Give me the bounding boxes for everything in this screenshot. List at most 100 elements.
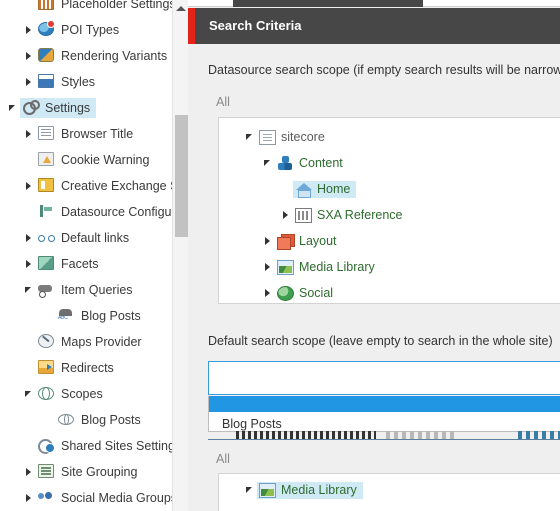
datasource-scope-tree[interactable]: sitecore Content Home SXA Reference Layout Me… (218, 117, 560, 304)
sidebar-item-maps-provider[interactable]: Maps Provider (0, 329, 172, 355)
sidebar-item-content[interactable]: POI Types (36, 20, 125, 40)
sidebar-item-content[interactable]: Scopes (36, 384, 109, 404)
sidebar-item-redirects[interactable]: Redirects (0, 355, 172, 381)
tree-item-content[interactable]: sitecore (257, 129, 331, 146)
arrow-right-glyph (25, 234, 31, 242)
scroll-up-arrow-icon[interactable] (173, 0, 188, 17)
sidebar-item-styles[interactable]: Styles (0, 69, 172, 95)
sidebar-item-browser-title[interactable]: Browser Title (0, 121, 172, 147)
collapse-arrow-icon[interactable] (259, 228, 275, 254)
sidebar-item-facets[interactable]: Facets (0, 251, 172, 277)
arrow-right-glyph (25, 260, 31, 268)
sidebar-item-datasource-configura[interactable]: Datasource Configura (0, 199, 183, 225)
collapse-arrow-icon[interactable] (20, 485, 36, 511)
associated-media-tree[interactable]: Media Library (218, 473, 560, 511)
grid-icon (38, 0, 56, 12)
sidebar-item-content[interactable]: Styles (36, 72, 101, 92)
dropdown-option-blog-posts[interactable]: Blog Posts (209, 416, 560, 431)
sidebar-item-cookie-warning[interactable]: Cookie Warning (0, 147, 172, 173)
tree-item-home[interactable]: Home (219, 176, 560, 202)
collapse-arrow-icon[interactable] (259, 254, 275, 280)
panel-header: Search Criteria (188, 8, 560, 44)
sidebar-item-content[interactable]: Cookie Warning (36, 150, 155, 170)
sidebar-item-social-media-groups[interactable]: Social Media Groups (0, 485, 177, 511)
sidebar-item-content[interactable]: Maps Provider (36, 332, 148, 352)
sidebar-item-poi-types[interactable]: POI Types (0, 17, 172, 43)
sidebar-item-content[interactable]: Item Queries (36, 280, 139, 300)
collapse-arrow-icon[interactable] (20, 43, 36, 69)
tree-item-content[interactable]: Social (275, 285, 339, 302)
sidebar-item-rendering-variants[interactable]: Rendering Variants (0, 43, 172, 69)
tree-toggle-spacer (20, 433, 36, 459)
scrollbar-thumb[interactable] (175, 115, 188, 237)
expand-arrow-icon[interactable] (259, 150, 275, 176)
collapse-arrow-icon[interactable] (20, 225, 36, 251)
document-icon (38, 126, 56, 142)
sidebar-item-creative-exchange-sto[interactable]: Creative Exchange Sto (0, 173, 188, 199)
collapse-arrow-icon[interactable] (277, 202, 293, 228)
expand-arrow-icon[interactable] (20, 381, 36, 407)
default-scope-select[interactable] (208, 361, 560, 395)
default-scope-dropdown-list[interactable]: Blog Posts (208, 396, 560, 432)
sidebar-item-blog-posts[interactable]: Blog Posts (0, 303, 172, 329)
sidebar-item-content[interactable]: Social Media Groups (36, 488, 183, 508)
collapse-arrow-icon[interactable] (20, 121, 36, 147)
scopes-icon (38, 386, 56, 402)
collapse-arrow-icon[interactable] (20, 251, 36, 277)
sidebar-item-shared-sites-settings[interactable]: Shared Sites Settings (0, 433, 181, 459)
globe-badge-icon (38, 20, 56, 38)
sidebar-scrollbar[interactable] (172, 0, 188, 511)
sidebar-item-placeholder-settings[interactable]: Placeholder Settings (0, 0, 176, 17)
sidebar-item-content[interactable]: Default links (36, 228, 135, 248)
tab-strip[interactable] (188, 0, 560, 7)
sidebar-item-content[interactable]: Site Grouping (36, 462, 143, 482)
dropdown-option-empty[interactable] (209, 396, 560, 412)
tree-item-content[interactable]: Content (275, 155, 349, 172)
collapse-arrow-icon[interactable] (20, 459, 36, 485)
sidebar-item-blog-posts[interactable]: Blog Posts (0, 407, 172, 433)
sidebar-item-content[interactable]: Blog Posts (56, 306, 147, 326)
expand-arrow-icon[interactable] (4, 95, 20, 121)
sidebar-item-content[interactable]: Blog Posts (56, 410, 147, 430)
expand-arrow-icon[interactable] (241, 477, 257, 503)
content-tree-sidebar[interactable]: Placeholder Settings POI Types Rendering V… (0, 0, 188, 511)
tree-item-content[interactable]: Media Library (275, 259, 381, 276)
tree-item-content[interactable]: Content (219, 150, 560, 176)
collapse-arrow-icon[interactable] (20, 173, 36, 199)
tree-item-content[interactable]: Media Library (257, 481, 363, 499)
expand-arrow-icon[interactable] (241, 124, 257, 150)
datasource-scope-label: Datasource search scope (if empty search… (208, 63, 560, 77)
tree-item-media-library[interactable]: Media Library (219, 254, 560, 280)
expand-arrow-icon[interactable] (20, 277, 36, 303)
sidebar-item-content[interactable]: Browser Title (36, 124, 139, 144)
tree-item-content[interactable]: SXA Reference (293, 207, 408, 224)
sidebar-item-item-queries[interactable]: Item Queries (0, 277, 172, 303)
sidebar-item-label: Blog Posts (81, 413, 141, 427)
sidebar-item-content[interactable]: Rendering Variants (36, 46, 173, 66)
tree-item-content[interactable]: Home (293, 180, 357, 198)
sidebar-item-content[interactable]: Shared Sites Settings (36, 436, 187, 456)
sidebar-item-content[interactable]: Datasource Configura (36, 202, 188, 222)
tree-item-sitecore[interactable]: sitecore (219, 124, 560, 150)
active-tab[interactable] (233, 0, 423, 7)
sidebar-item-site-grouping[interactable]: Site Grouping (0, 459, 172, 485)
abc-icon (58, 308, 76, 324)
tree-item-sxa-reference[interactable]: SXA Reference (219, 202, 560, 228)
sidebar-item-content[interactable]: Creative Exchange Sto (36, 176, 188, 196)
collapse-arrow-icon[interactable] (259, 280, 275, 303)
tree-item-media-library[interactable]: Media Library (219, 477, 560, 503)
sidebar-item-content[interactable]: Settings (20, 98, 97, 118)
collapse-arrow-icon[interactable] (20, 17, 36, 43)
tree-item-layout[interactable]: Layout (219, 228, 560, 254)
arrow-right-glyph (25, 494, 31, 502)
sidebar-item-scopes[interactable]: Scopes (0, 381, 172, 407)
tree-item-social[interactable]: Social (219, 280, 560, 303)
sidebar-item-content[interactable]: Facets (36, 254, 105, 274)
gear-icon-glyph (22, 100, 40, 115)
sidebar-item-settings[interactable]: Settings (0, 95, 172, 121)
collapse-arrow-icon[interactable] (20, 69, 36, 95)
tree-item-content[interactable]: Layout (275, 233, 343, 250)
sidebar-item-content[interactable]: Redirects (36, 358, 120, 378)
sidebar-item-default-links[interactable]: Default links (0, 225, 172, 251)
sidebar-item-content[interactable]: Placeholder Settings (36, 0, 182, 14)
